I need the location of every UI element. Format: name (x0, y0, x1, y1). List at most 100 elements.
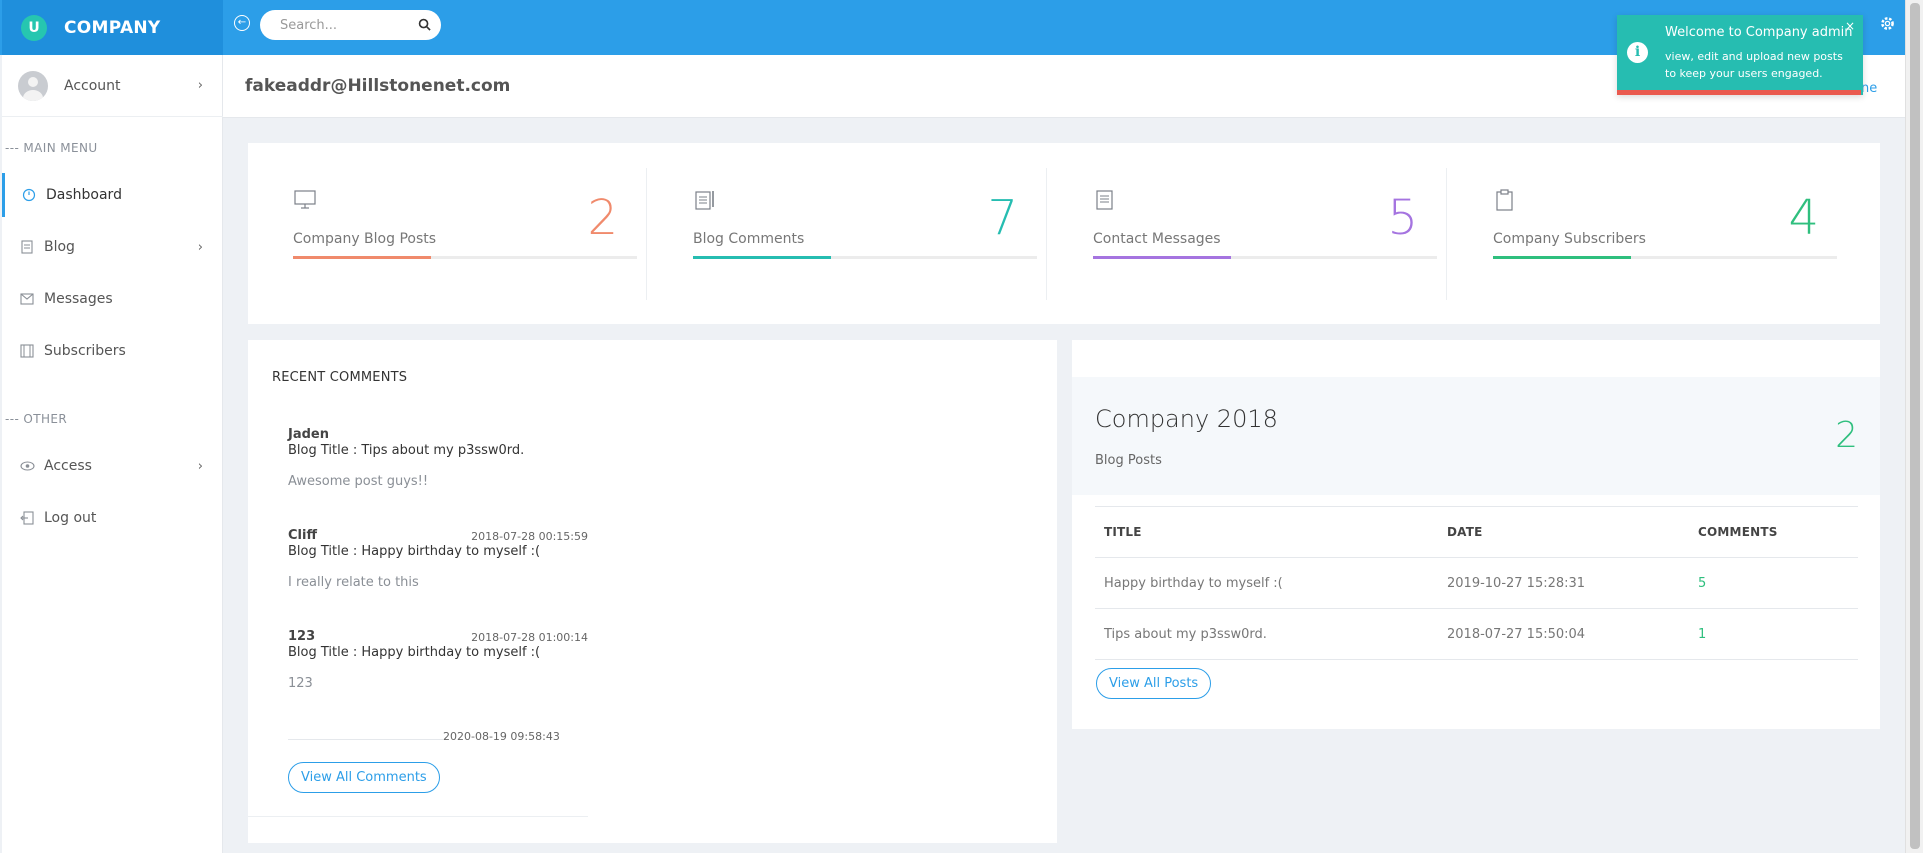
view-all-comments-button[interactable]: View All Comments (288, 762, 440, 793)
sidebar-item-messages[interactable]: Messages (2, 277, 223, 321)
recent-comments-card: RECENT COMMENTS Jaden Blog Title : Tips … (248, 340, 1057, 843)
notepad-icon (695, 191, 714, 210)
posts-title: Company 2018 (1095, 405, 1278, 433)
posts-table: TITLE DATE COMMENTS Happy birthday to my… (1095, 506, 1858, 660)
stat-company-subscribers: Company Subscribers 4 (1448, 168, 1847, 300)
stat-progress-track (1493, 256, 1837, 259)
post-title-cell: Tips about my p3ssw0rd. (1095, 608, 1438, 660)
search-icon[interactable] (418, 18, 431, 31)
scrollbar-thumb[interactable] (1910, 3, 1920, 849)
sidebar-item-logout[interactable]: Log out (2, 496, 223, 540)
stat-progress-fill (1093, 256, 1231, 259)
posts-subtitle: Blog Posts (1095, 453, 1162, 468)
blog-posts-card: Company 2018 Blog Posts 2 TITLE DATE COM… (1072, 340, 1880, 729)
eye-icon (18, 457, 36, 475)
chevron-right-icon: › (197, 78, 203, 93)
stat-label: Contact Messages (1093, 231, 1221, 247)
sidebar-item-dashboard[interactable]: Dashboard (2, 173, 223, 217)
stat-label: Blog Comments (693, 231, 805, 247)
search-box (260, 10, 441, 40)
stat-progress-fill (693, 256, 831, 259)
envelope-icon (18, 290, 36, 308)
stat-label: Company Blog Posts (293, 231, 437, 247)
collapse-sidebar-icon[interactable]: ← (234, 15, 250, 31)
sidebar: Account › --- MAIN MENU Dashboard Blog ›… (2, 55, 223, 853)
comment-date: 2018-07-28 01:00:14 (471, 631, 588, 644)
stat-progress-fill (293, 256, 431, 259)
sidebar-item-label: Log out (44, 510, 97, 526)
sidebar-item-label: Messages (44, 291, 113, 307)
stat-progress-track (693, 256, 1037, 259)
stat-label: Company Subscribers (1493, 231, 1646, 247)
sidebar-item-access[interactable]: Access › (2, 444, 223, 488)
sidebar-item-label: Blog (44, 239, 75, 255)
film-icon (18, 342, 36, 360)
document-icon (18, 238, 36, 256)
divider (288, 739, 443, 740)
column-header-comments: COMMENTS (1689, 506, 1858, 558)
toast-title: Welcome to Company admin (1665, 25, 1853, 40)
monitor-icon (294, 190, 316, 209)
table-row[interactable]: Happy birthday to myself :( 2019-10-27 1… (1095, 557, 1858, 609)
stat-value: 4 (1788, 190, 1819, 246)
sidebar-item-subscribers[interactable]: Subscribers (2, 329, 223, 373)
toast-progress-bar (1617, 90, 1861, 95)
posts-summary: Company 2018 Blog Posts 2 (1072, 377, 1880, 495)
divider (248, 816, 588, 817)
avatar (18, 70, 48, 101)
comment-text: I really relate to this (288, 575, 419, 590)
toast-message: view, edit and upload new posts to keep … (1665, 50, 1843, 80)
header-link[interactable]: ne (1861, 81, 1877, 96)
document-icon (1096, 190, 1113, 210)
dashboard-icon (20, 186, 38, 204)
stat-contact-messages: Contact Messages 5 (1048, 168, 1447, 300)
welcome-toast[interactable]: i Welcome to Company admin view, edit an… (1617, 15, 1863, 95)
stat-value: 7 (987, 190, 1018, 246)
comment-text: Awesome post guys!! (288, 474, 429, 489)
view-all-posts-button[interactable]: View All Posts (1096, 668, 1212, 699)
stat-progress-fill (1493, 256, 1631, 259)
table-header-row: TITLE DATE COMMENTS (1095, 506, 1858, 558)
post-title-cell: Happy birthday to myself :( (1095, 557, 1438, 609)
main-menu-label: --- MAIN MENU (5, 141, 98, 155)
sidebar-item-blog[interactable]: Blog › (2, 225, 223, 269)
recent-comments-title: RECENT COMMENTS (272, 370, 408, 385)
sidebar-item-label: Subscribers (44, 343, 126, 359)
post-comments-cell[interactable]: 1 (1689, 608, 1858, 660)
comment-item: 123 2018-07-28 01:00:14 Blog Title : Hap… (288, 629, 588, 691)
other-menu-label: --- OTHER (5, 412, 68, 426)
column-header-date: DATE (1438, 506, 1689, 558)
stats-card: Company Blog Posts 2 Blog Comments 7 Con… (248, 143, 1880, 324)
search-input[interactable] (260, 10, 400, 40)
account-label: Account (64, 77, 121, 94)
post-comments-cell[interactable]: 5 (1689, 557, 1858, 609)
brand[interactable]: U COMPANY (2, 0, 223, 55)
user-email: fakeaddr@Hillstonenet.com (245, 76, 511, 96)
table-row[interactable]: Tips about my p3ssw0rd. 2018-07-27 15:50… (1095, 608, 1858, 660)
stat-blog-comments: Blog Comments 7 (648, 168, 1047, 300)
stat-value: 2 (587, 190, 618, 246)
comment-author: Jaden (288, 427, 329, 442)
gear-icon[interactable] (1879, 15, 1896, 32)
stat-blog-posts: Company Blog Posts 2 (248, 168, 647, 300)
stat-progress-track (1093, 256, 1437, 259)
close-icon[interactable]: × (1845, 19, 1855, 33)
column-header-title: TITLE (1095, 506, 1438, 558)
comment-blog-title: Blog Title : Happy birthday to myself :( (288, 544, 541, 559)
comment-text: 123 (288, 676, 313, 691)
post-date-cell: 2018-07-27 15:50:04 (1438, 608, 1689, 660)
comment-date: 2018-07-28 00:15:59 (471, 530, 588, 543)
post-date-cell: 2019-10-27 15:28:31 (1438, 557, 1689, 609)
comment-item: Jaden Blog Title : Tips about my p3ssw0r… (288, 427, 588, 489)
account-menu[interactable]: Account › (2, 55, 223, 117)
info-icon: i (1627, 42, 1648, 63)
sidebar-item-label: Access (44, 458, 92, 474)
comment-item: Cliff 2018-07-28 00:15:59 Blog Title : H… (288, 528, 588, 590)
brand-name: COMPANY (64, 17, 161, 38)
logout-icon (18, 509, 36, 527)
stat-value: 5 (1387, 190, 1418, 246)
page-scrollbar[interactable] (1905, 0, 1923, 853)
comment-blog-title: Blog Title : Tips about my p3ssw0rd. (288, 443, 525, 458)
clipboard-icon (1496, 189, 1513, 211)
sidebar-item-label: Dashboard (46, 187, 122, 203)
